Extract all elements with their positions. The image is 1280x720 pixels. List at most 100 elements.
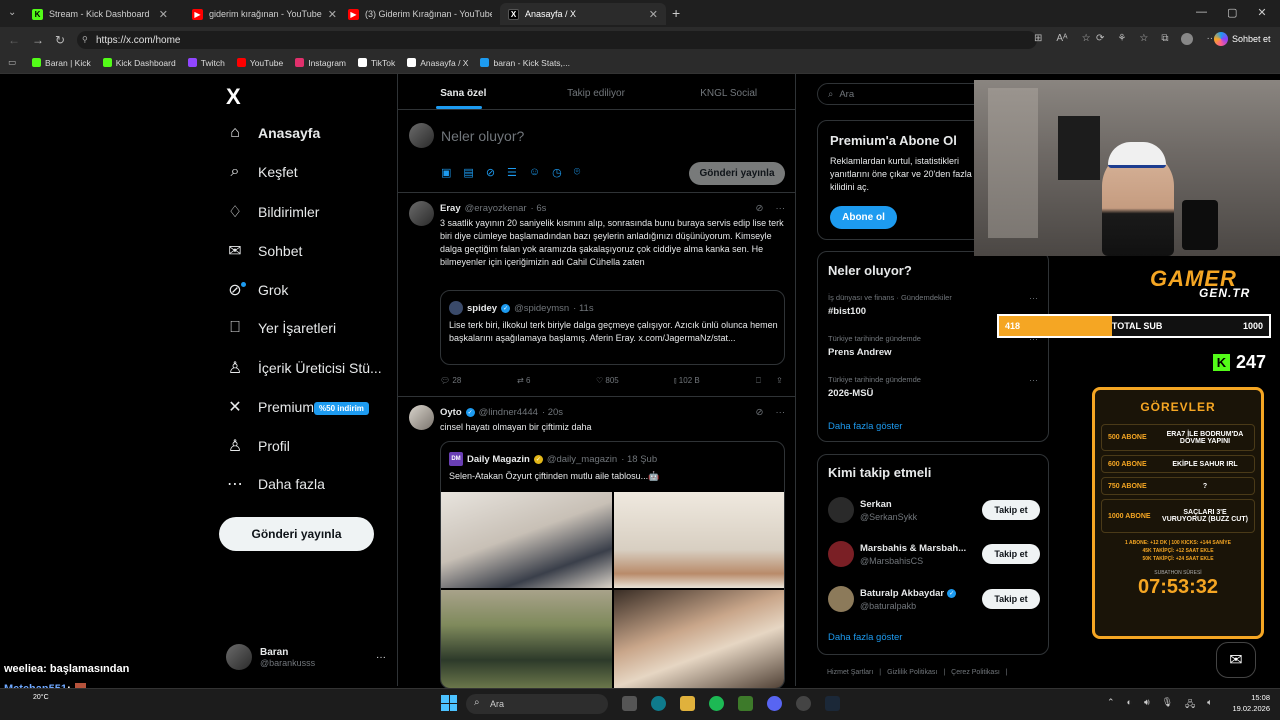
tweet-author-name[interactable]: Oyto bbox=[440, 407, 462, 418]
clock[interactable]: 15:08 19.02.2026 bbox=[1226, 692, 1270, 714]
account-switcher[interactable]: Baran @barankusss ··· bbox=[226, 641, 386, 673]
browser-tab[interactable]: X Anasayfa / X ✕ bbox=[500, 3, 666, 25]
reply-button[interactable]: 💬︎ 28 bbox=[440, 376, 517, 386]
follow-show-more-link[interactable]: Daha fazla göster bbox=[828, 632, 902, 643]
network-icon[interactable]: 🖧︎ bbox=[1185, 697, 1195, 713]
tab-close-icon[interactable]: ✕ bbox=[649, 8, 658, 21]
photo-family-selfie[interactable] bbox=[441, 492, 612, 588]
nav-item-bookmark[interactable]: ⎕ Yer İşaretleri bbox=[226, 319, 336, 337]
bookmark-item[interactable]: Kick Dashboard bbox=[102, 58, 176, 68]
reload-icon[interactable]: ↻ bbox=[55, 33, 65, 47]
nav-item-profile[interactable]: ♙ Profil bbox=[226, 436, 290, 456]
follow-button[interactable]: Takip et bbox=[982, 589, 1040, 609]
url-input[interactable]: https://x.com/home bbox=[77, 31, 1037, 49]
tab-following[interactable]: Takip ediliyor bbox=[530, 80, 663, 110]
grok-explain-icon[interactable]: ⊘ bbox=[756, 407, 764, 418]
trend-more-icon[interactable]: ··· bbox=[1029, 293, 1038, 303]
favorites-icon[interactable]: ☆ bbox=[1139, 33, 1148, 45]
tab-kngl-social[interactable]: KNGL Social bbox=[662, 80, 795, 110]
tweet-author-handle[interactable]: @lindner4444 bbox=[479, 407, 538, 418]
poll-icon[interactable]: ☰ bbox=[507, 166, 517, 179]
speaker-icon[interactable]: 🔈︎ bbox=[1207, 697, 1212, 713]
tweet-author-name[interactable]: Eray bbox=[440, 203, 461, 214]
taskbar-search[interactable]: Ara bbox=[466, 694, 608, 714]
start-button[interactable] bbox=[441, 695, 457, 711]
bookmark-item[interactable]: Anasayfa / X bbox=[407, 58, 468, 68]
compose-post-button[interactable]: Gönderi yayınla bbox=[689, 162, 785, 185]
nav-item-home[interactable]: ⌂ Anasayfa bbox=[226, 124, 320, 142]
mic-icon[interactable]: 🎙︎ bbox=[1162, 697, 1173, 713]
bookmark-item[interactable]: baran - Kick Stats,... bbox=[480, 58, 570, 68]
nav-item-creator[interactable]: ♙ İçerik Üreticisi Stü... bbox=[226, 358, 382, 378]
messages-drawer-button[interactable]: ✉ bbox=[1216, 642, 1256, 678]
bookmark-icon[interactable]: ⎕ bbox=[756, 376, 776, 386]
account-more-icon[interactable]: ··· bbox=[376, 652, 386, 663]
tray-chevron-icon[interactable]: ⌃ bbox=[1107, 697, 1115, 713]
browser-tab[interactable]: ▶(3) Giderim Kırağınan - YouTube✕ bbox=[340, 3, 492, 25]
media-icon[interactable]: ▣ bbox=[441, 166, 451, 179]
nav-item-more-circle[interactable]: ⋯ Daha fazla bbox=[226, 474, 325, 494]
post-button[interactable]: Gönderi yayınla bbox=[219, 517, 374, 551]
tweet-avatar[interactable] bbox=[409, 405, 434, 430]
copilot-button[interactable]: Sohbet et bbox=[1214, 32, 1271, 46]
file-explorer-icon[interactable] bbox=[680, 696, 695, 711]
task-view-icon[interactable] bbox=[622, 696, 637, 711]
tray-app-icon[interactable]: ◐ bbox=[1127, 697, 1132, 713]
tab-close-icon[interactable]: ✕ bbox=[328, 8, 336, 21]
browser-tab[interactable]: K Stream - Kick Dashboard ✕ bbox=[24, 3, 176, 25]
x-logo[interactable]: X bbox=[226, 84, 241, 110]
trend-more-icon[interactable]: ··· bbox=[1029, 375, 1038, 385]
extension-icon[interactable]: ⚘ bbox=[1117, 33, 1126, 45]
bookmark-item[interactable]: Baran | Kick bbox=[32, 58, 91, 68]
footer-link[interactable]: Gizlilik Politikası bbox=[887, 669, 937, 676]
tab-close-icon[interactable]: ✕ bbox=[159, 8, 168, 21]
grok-explain-icon[interactable]: ⊘ bbox=[756, 203, 764, 214]
tweet-time[interactable]: · 6s bbox=[531, 203, 547, 214]
tweet-more-icon[interactable]: ··· bbox=[776, 407, 786, 418]
new-tab-button[interactable]: + bbox=[672, 5, 680, 21]
bookmark-item[interactable]: Instagram bbox=[295, 58, 346, 68]
follow-item[interactable]: Marsbahis & Marsbah... @MarsbahisCS Takip … bbox=[828, 539, 1040, 569]
minimize-icon[interactable]: — bbox=[1196, 6, 1207, 19]
browser-tab[interactable]: ▶ giderim kırağınan - YouTube ✕ bbox=[184, 3, 336, 25]
photo-baby-eating[interactable] bbox=[614, 590, 784, 688]
like-button[interactable]: ♡ 805 bbox=[596, 376, 674, 386]
footer-link[interactable]: Çerez Politikası bbox=[951, 669, 1000, 676]
follow-button[interactable]: Takip et bbox=[982, 544, 1040, 564]
bookmark-item[interactable]: TikTok bbox=[358, 58, 395, 68]
repost-button[interactable]: ⇄ 6 bbox=[517, 376, 596, 386]
nav-item-grok[interactable]: ⊘ Grok bbox=[226, 280, 288, 300]
follow-item[interactable]: Baturalp Akbaydar ✓ @baturalpakb Takip et bbox=[828, 584, 1040, 614]
forward-icon[interactable]: → bbox=[32, 33, 44, 47]
tweet-avatar[interactable] bbox=[409, 201, 434, 226]
tweet-more-icon[interactable]: ··· bbox=[776, 203, 786, 214]
profile-avatar-icon[interactable] bbox=[1181, 33, 1194, 45]
tab-list-chevron-icon[interactable]: ⌄ bbox=[8, 7, 16, 18]
back-icon[interactable]: ← bbox=[8, 33, 20, 47]
views-button[interactable]: ⫾ 102 B bbox=[674, 376, 756, 386]
close-window-icon[interactable]: ✕ bbox=[1257, 6, 1266, 19]
nav-item-x-premium[interactable]: ✕ Premium bbox=[226, 397, 314, 417]
nav-item-mail[interactable]: ✉ Sohbet bbox=[226, 241, 302, 261]
collections-icon[interactable]: ⧉ bbox=[1161, 33, 1168, 45]
emoji-icon[interactable]: ☺ bbox=[529, 166, 540, 179]
read-aloud-icon[interactable]: Aᴬ bbox=[1056, 33, 1067, 44]
site-info-icon[interactable]: ⚲ bbox=[82, 35, 88, 44]
weather-widget[interactable]: 20°C bbox=[33, 694, 49, 701]
obs-icon[interactable] bbox=[796, 696, 811, 711]
follow-button[interactable]: Takip et bbox=[982, 500, 1040, 520]
quoted-tweet[interactable]: spidey ✓ @spideymsn · 11s Lise terk biri… bbox=[440, 290, 785, 365]
maximize-icon[interactable]: ▢ bbox=[1227, 6, 1237, 19]
follow-item[interactable]: Serkan @SerkanSykk Takip et bbox=[828, 495, 1040, 525]
sidebar-toggle-icon[interactable]: ▭ bbox=[8, 57, 16, 68]
refresh-extension-icon[interactable]: ⟳ bbox=[1096, 33, 1104, 45]
steam-icon[interactable] bbox=[825, 696, 840, 711]
bookmark-item[interactable]: YouTube bbox=[236, 58, 283, 68]
schedule-icon[interactable]: ◷ bbox=[552, 166, 562, 179]
gif-icon[interactable]: ▤ bbox=[463, 166, 473, 179]
trend-item[interactable]: Türkiye tarihinde gündemde 2026-MSÜ ··· bbox=[828, 375, 1038, 399]
photo-family-park[interactable] bbox=[441, 590, 612, 688]
grok-icon[interactable]: ⊘ bbox=[486, 166, 495, 179]
bookmark-item[interactable]: Twitch bbox=[187, 58, 225, 68]
app-icon[interactable] bbox=[738, 696, 753, 711]
